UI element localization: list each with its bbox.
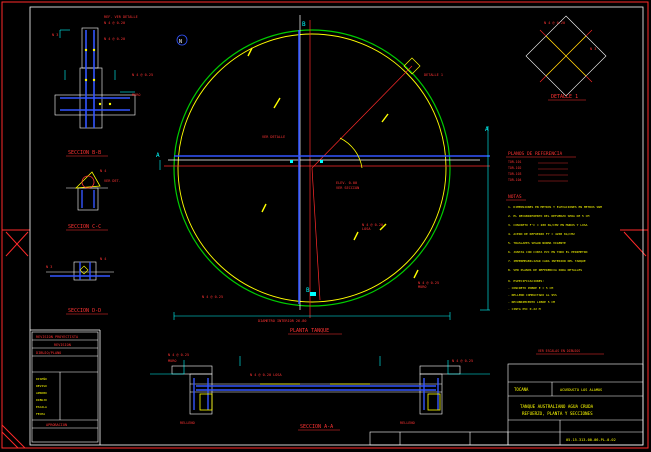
svg-text:ELEV. 0.00: ELEV. 0.00 xyxy=(336,181,357,185)
svg-text:N 4 @ 0.25: N 4 @ 0.25 xyxy=(452,359,473,363)
cut-a-right: A xyxy=(485,126,489,133)
project-name: ACUEDUCTO LOS ALAMOS xyxy=(560,388,602,392)
note-line: - CINTA PVC 0.22 M xyxy=(508,307,541,311)
svg-text:REF. VER DETALLE: REF. VER DETALLE xyxy=(104,15,138,19)
note-line: - RELLENO COMPACTADO AL 95% xyxy=(508,293,557,297)
svg-text:DIAMETRO INTERIOR 26.80: DIAMETRO INTERIOR 26.80 xyxy=(258,319,306,323)
note-line: 6. JUNTAS CON CINTA PVC EN TODO EL PERIM… xyxy=(508,250,588,254)
ref-line-1: TOR-101 xyxy=(508,160,522,164)
svg-text:N 4 @ 0.25: N 4 @ 0.25 xyxy=(202,295,223,299)
revision-sub1: REVISION xyxy=(54,343,71,347)
note-line: 7. IMPERMEABILIZAR CARA INTERIOR DEL TAN… xyxy=(508,259,586,263)
drawing-number: 05-15-313-00-06-PL-0-02 xyxy=(566,438,616,442)
ref-line-4: TOR-104 xyxy=(508,178,522,182)
svg-text:N 4 @ 0.20: N 4 @ 0.20 xyxy=(544,21,565,25)
svg-text:N 4 @ 0.25: N 4 @ 0.25 xyxy=(168,353,189,357)
section-aa-title: SECCION A-A xyxy=(300,424,333,430)
svg-text:N 3: N 3 xyxy=(46,265,52,269)
ref-line-3: TOR-103 xyxy=(508,172,522,176)
svg-text:DETALLE 1: DETALLE 1 xyxy=(424,73,443,77)
note-line: 4. ACERO DE REFUERZO FY = 4200 KG/CM2 xyxy=(508,232,575,236)
cut-b-top: B xyxy=(302,21,306,28)
revision-item: DISEÑO xyxy=(36,376,47,381)
cad-drawing-sheet: REF. VER DETALLE N 4 @ 0.20 N 4 @ 0.20 N… xyxy=(0,0,651,452)
section-cc-title: SECCION C-C xyxy=(68,224,101,230)
revision-item: DIBUJO xyxy=(36,398,47,402)
revision-title: REVISION PROYECTISTA xyxy=(36,335,79,339)
planos-referencia-title: PLANOS DE REFERENCIA xyxy=(508,151,562,157)
section-bb-title: SECCION B-B xyxy=(68,150,101,156)
detail-1-title: DETALLE 1 xyxy=(551,94,578,100)
svg-text:N 4: N 4 xyxy=(100,257,106,261)
note-line: 1. DIMENSIONES EN METROS Y ELEVACIONES E… xyxy=(508,205,602,209)
sheet-title-2: REFUERZO, PLANTA Y SECCIONES xyxy=(522,411,593,416)
ref-line-2: TOR-102 xyxy=(508,166,522,170)
note-line: 2. EL RECUBRIMIENTO DEL REFUERZO SERA DE… xyxy=(508,214,589,218)
svg-text:N 4: N 4 xyxy=(100,169,106,173)
scale-note: VER ESCALAS EN DIBUJOS xyxy=(538,349,580,353)
revision-sub2: DIBUJO/PLANO xyxy=(36,351,61,355)
svg-text:N 3: N 3 xyxy=(590,47,596,51)
cut-a-left: A xyxy=(156,152,160,159)
revision-item: FECHA xyxy=(36,412,45,416)
revision-item: ESCALA xyxy=(36,405,47,409)
svg-text:MURO: MURO xyxy=(418,285,426,289)
svg-text:N: N xyxy=(179,39,182,45)
svg-text:RELLENO: RELLENO xyxy=(400,421,415,425)
cut-b-bottom: B xyxy=(306,287,310,294)
svg-text:N 4 @ 0.20: N 4 @ 0.20 xyxy=(104,21,125,25)
svg-text:MURO: MURO xyxy=(132,93,140,97)
note-line: 3. CONCRETO F'C = 280 KG/CM2 EN MUROS Y … xyxy=(508,223,588,227)
svg-text:N 3: N 3 xyxy=(52,33,58,37)
svg-text:N 4 @ 0.25: N 4 @ 0.25 xyxy=(132,73,153,77)
svg-text:N 4 @ 0.20 LOSA: N 4 @ 0.20 LOSA xyxy=(250,373,283,377)
section-dd-title: SECCION D-D xyxy=(68,308,101,314)
revision-item: REVISO xyxy=(36,384,47,388)
note-line: 5. TRASLAPES SEGUN NORMA VIGENTE xyxy=(508,241,566,245)
note-line: - CONCRETO POBRE E = 5 CM xyxy=(508,286,553,290)
notas-title: NOTAS xyxy=(508,194,522,200)
note-line: 9. ESPECIFICACIONES: xyxy=(508,279,544,283)
note-line: 8. VER PLANOS DE REFERENCIA PARA DETALLE… xyxy=(508,268,582,272)
svg-text:N 4 @ 0.20: N 4 @ 0.20 xyxy=(104,37,125,41)
svg-text:VER DETALLE: VER DETALLE xyxy=(262,135,285,139)
note-line: - RECUBRIMIENTO LIBRE 5 CM xyxy=(508,300,555,304)
company-name: TOCANA xyxy=(514,387,529,392)
svg-text:VER SECCION: VER SECCION xyxy=(336,186,359,190)
plan-title: PLANTA TANQUE xyxy=(290,328,329,334)
svg-text:RELLENO: RELLENO xyxy=(180,421,195,425)
revision-item: APROBO xyxy=(36,391,47,395)
aprobacion-label: APROBACION xyxy=(46,423,67,427)
svg-text:LOSA: LOSA xyxy=(362,227,371,231)
sheet-title-1: TANQUE AUSTRALIANO AGUA CRUDA xyxy=(520,404,594,409)
svg-text:MURO: MURO xyxy=(168,359,176,363)
svg-text:VER DET.: VER DET. xyxy=(104,179,121,183)
